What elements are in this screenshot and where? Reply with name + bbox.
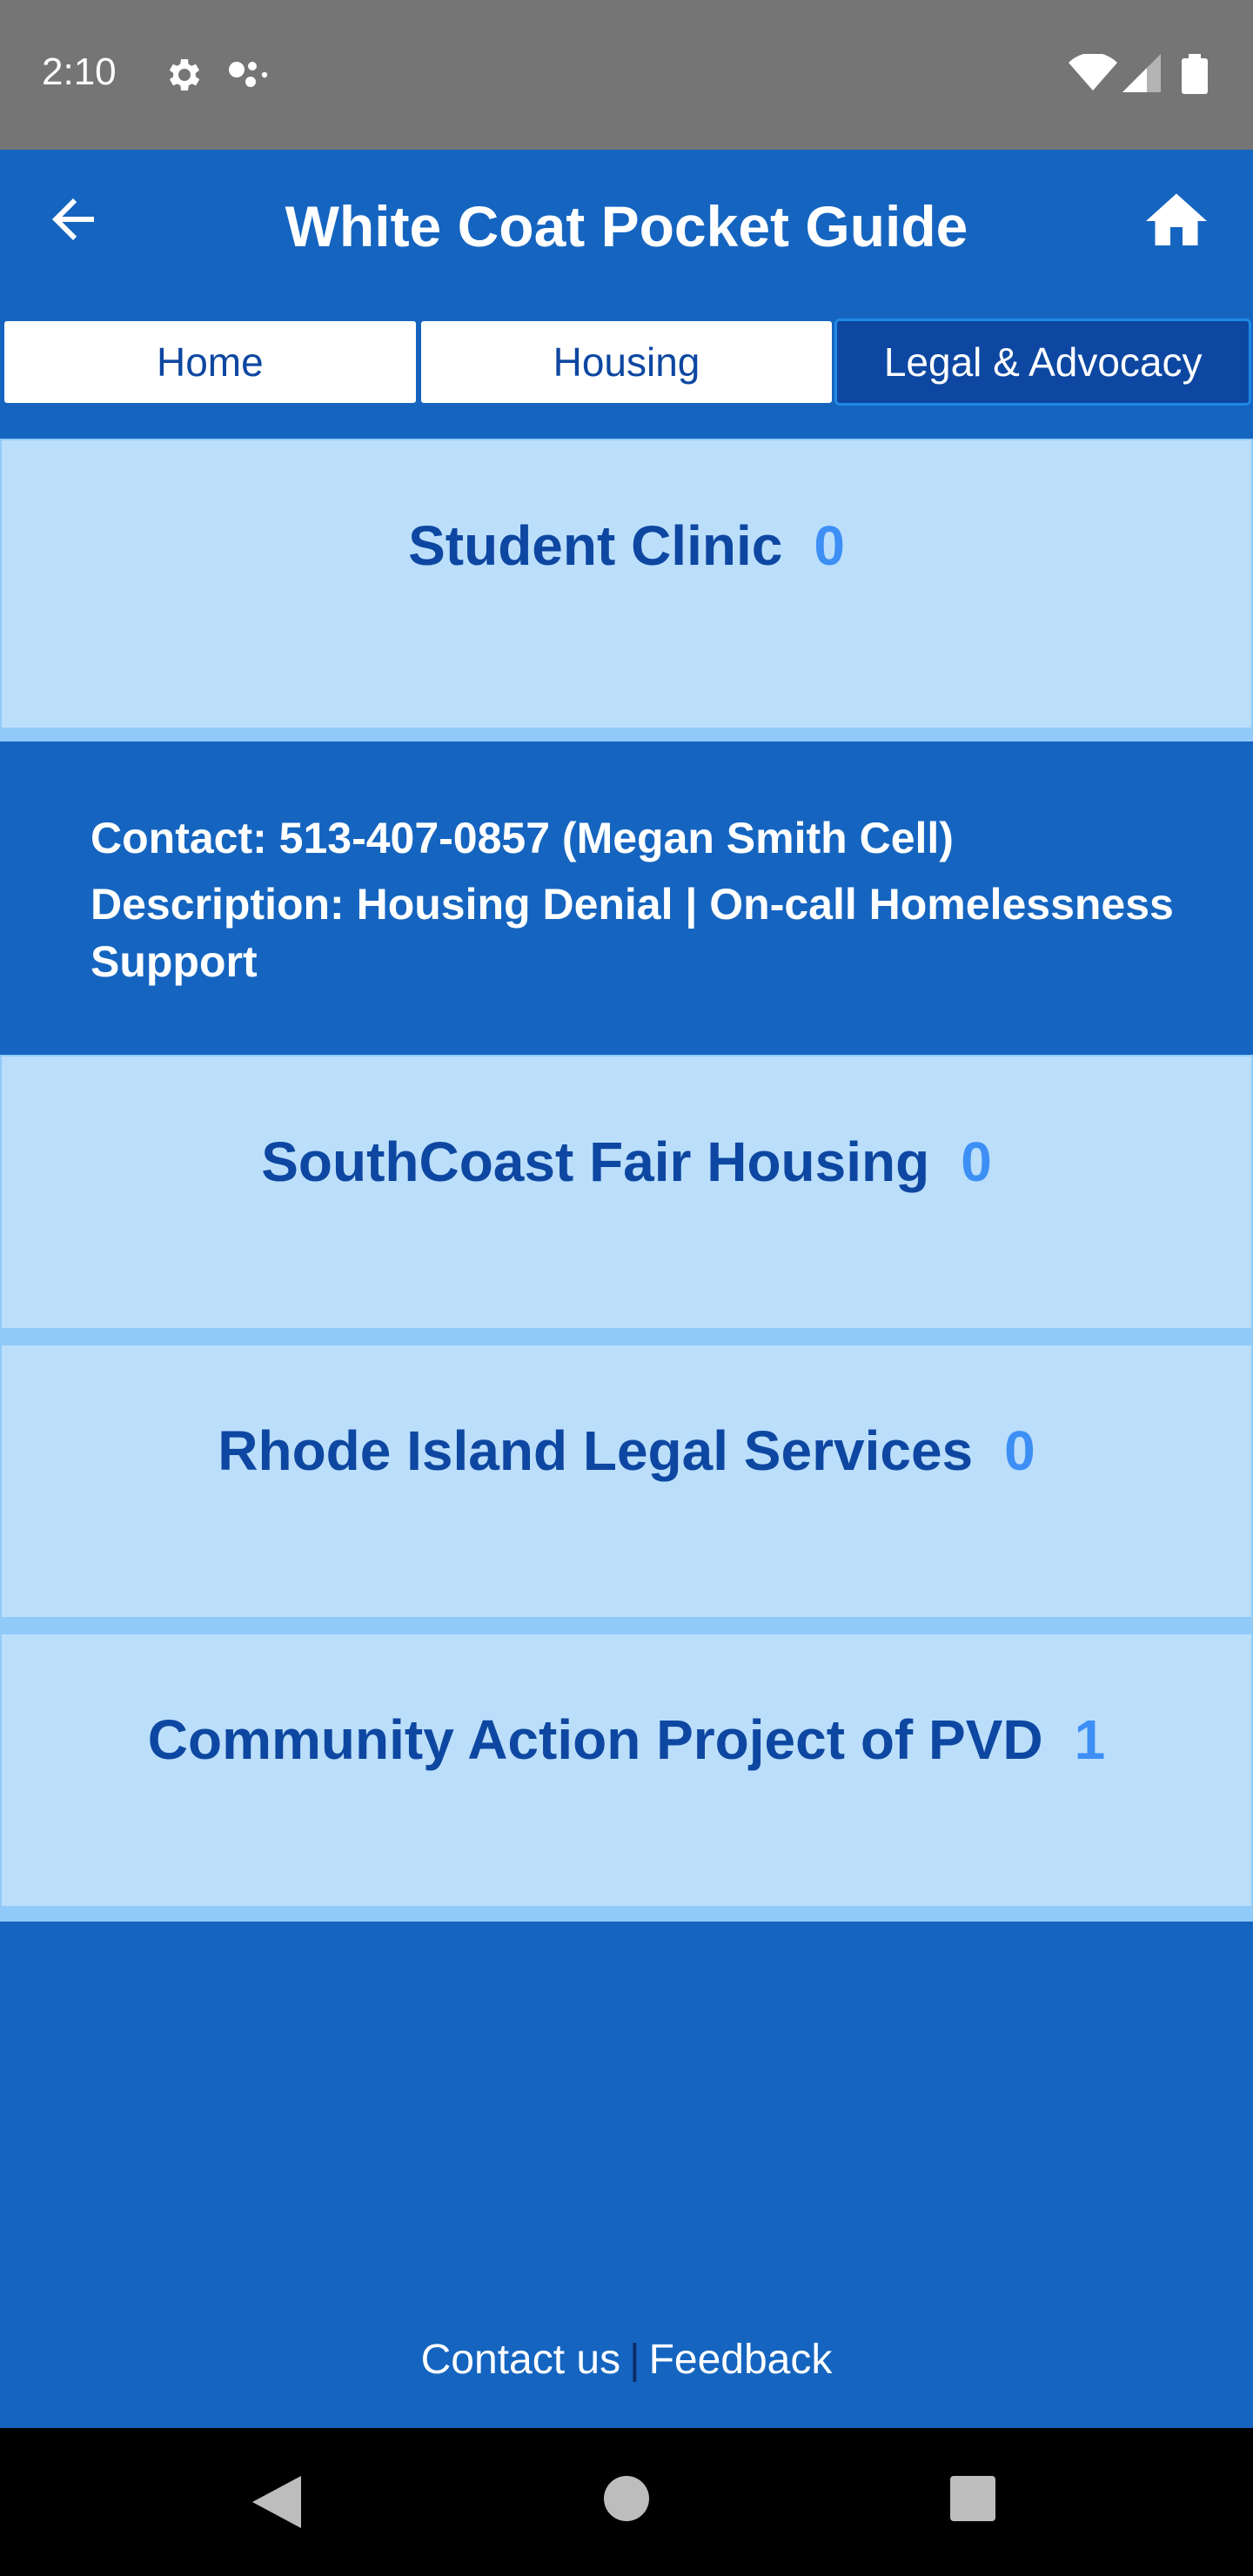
cell-signal-icon: [1122, 54, 1161, 97]
tab-home[interactable]: Home: [2, 319, 419, 406]
contact-text: Contact: 513-407-0857 (Megan Smith Cell): [90, 814, 954, 862]
resource-name: Student Clinic: [408, 514, 783, 577]
battery-icon: [1182, 54, 1208, 98]
footer: Contact us | Feedback: [0, 2336, 1253, 2384]
back-nav-icon[interactable]: [252, 2476, 301, 2532]
app-title: White Coat Pocket Guide: [285, 194, 968, 258]
home-icon[interactable]: [1140, 184, 1213, 258]
navigation-bar: [0, 2428, 1253, 2576]
resource-name: Rhode Island Legal Services: [218, 1419, 974, 1482]
resource-name: Community Action Project of PVD: [147, 1708, 1043, 1771]
resource-card-community-action-project[interactable]: Community Action Project of PVD 1: [0, 1633, 1253, 1922]
footer-separator: |: [629, 2337, 640, 2383]
resource-card-southcoast-fair-housing[interactable]: SouthCoast Fair Housing 0: [0, 1055, 1253, 1344]
divider: [0, 728, 1253, 741]
wifi-icon: [1069, 52, 1117, 97]
resource-name: SouthCoast Fair Housing: [261, 1130, 930, 1193]
tab-bar: Home Housing Legal & Advocacy: [2, 319, 1252, 409]
assistant-icon: [224, 54, 271, 100]
status-time: 2:10: [42, 50, 117, 93]
resource-list: Student Clinic 0 Contact: 513-407-0857 (M…: [0, 439, 1253, 1922]
feedback-link[interactable]: Feedback: [649, 2337, 833, 2383]
resource-count: 0: [961, 1130, 992, 1193]
resource-count: 1: [1074, 1708, 1106, 1771]
resource-count: 0: [814, 514, 845, 577]
resource-header: SouthCoast Fair Housing 0: [261, 1130, 992, 1328]
resource-card-student-clinic[interactable]: Student Clinic 0: [0, 439, 1253, 728]
resource-card-rhode-island-legal-services[interactable]: Rhode Island Legal Services 0: [0, 1344, 1253, 1633]
description-text: Description: Housing Denial | On-call Ho…: [90, 880, 1174, 986]
app-bar: White Coat Pocket Guide: [0, 150, 1253, 317]
tab-legal-advocacy[interactable]: Legal & Advocacy: [834, 319, 1252, 406]
recents-nav-icon[interactable]: [950, 2476, 995, 2526]
tab-housing[interactable]: Housing: [418, 319, 835, 406]
resource-header: Rhode Island Legal Services 0: [218, 1419, 1035, 1617]
contact-us-link[interactable]: Contact us: [421, 2337, 620, 2383]
resource-header: Student Clinic 0: [408, 513, 845, 728]
resource-count: 0: [1004, 1419, 1035, 1482]
home-nav-icon[interactable]: [604, 2476, 649, 2526]
settings-icon: [162, 54, 204, 100]
status-bar: 2:10: [0, 0, 1253, 150]
resource-details: Contact: 513-407-0857 (Megan Smith Cell)…: [0, 741, 1253, 1055]
resource-header: Community Action Project of PVD 1: [148, 1707, 1105, 1906]
